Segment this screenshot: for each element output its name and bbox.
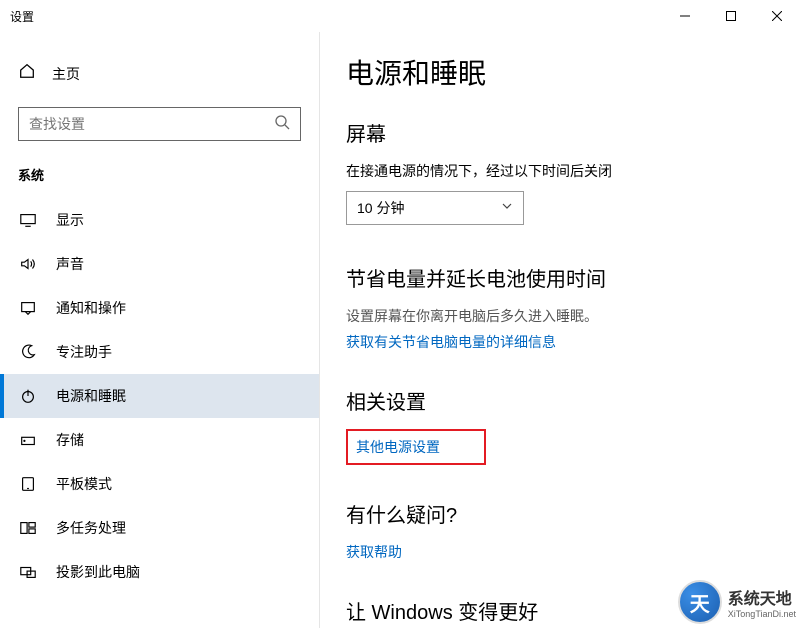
window-title: 设置 bbox=[10, 8, 34, 25]
screen-heading: 屏幕 bbox=[346, 118, 774, 147]
display-icon bbox=[18, 211, 38, 229]
power-icon bbox=[18, 387, 38, 405]
other-power-settings-link[interactable]: 其他电源设置 bbox=[356, 439, 440, 455]
tablet-icon bbox=[18, 475, 38, 493]
watermark-text: 系统天地 bbox=[728, 585, 796, 609]
help-heading: 有什么疑问? bbox=[346, 499, 774, 528]
search-box[interactable] bbox=[18, 107, 301, 141]
sidebar-item-label: 显示 bbox=[56, 210, 84, 230]
sidebar-item-sound[interactable]: 声音 bbox=[0, 242, 319, 286]
sidebar: 主页 系统 显示 声音 通知和操作 专注助手 电源和睡眠 存储 平板模式 多任务… bbox=[0, 32, 320, 628]
search-input[interactable] bbox=[29, 116, 274, 132]
watermark-logo-icon: 天 bbox=[678, 580, 722, 624]
category-label: 系统 bbox=[0, 157, 319, 198]
sidebar-item-notifications[interactable]: 通知和操作 bbox=[0, 286, 319, 330]
sidebar-item-project[interactable]: 投影到此电脑 bbox=[0, 550, 319, 594]
get-help-link[interactable]: 获取帮助 bbox=[346, 544, 402, 560]
watermark-url: XiTongTianDi.net bbox=[728, 609, 796, 619]
sidebar-item-storage[interactable]: 存储 bbox=[0, 418, 319, 462]
sidebar-item-focus[interactable]: 专注助手 bbox=[0, 330, 319, 374]
sidebar-item-label: 存储 bbox=[56, 430, 84, 450]
sound-icon bbox=[18, 255, 38, 273]
battery-desc: 设置屏幕在你离开电脑后多久进入睡眠。 bbox=[346, 306, 774, 326]
sidebar-item-label: 平板模式 bbox=[56, 474, 112, 494]
main-content: 电源和睡眠 屏幕 在接通电源的情况下，经过以下时间后关闭 10 分钟 节省电量并… bbox=[320, 32, 800, 628]
watermark: 天 系统天地 XiTongTianDi.net bbox=[678, 580, 796, 624]
chevron-down-icon bbox=[501, 199, 513, 217]
sidebar-item-label: 电源和睡眠 bbox=[56, 386, 126, 406]
window-controls bbox=[662, 0, 800, 32]
page-title: 电源和睡眠 bbox=[346, 52, 774, 92]
sidebar-item-multitask[interactable]: 多任务处理 bbox=[0, 506, 319, 550]
sidebar-item-label: 专注助手 bbox=[56, 342, 112, 362]
sidebar-item-label: 声音 bbox=[56, 254, 84, 274]
screen-timeout-dropdown[interactable]: 10 分钟 bbox=[346, 191, 524, 225]
storage-icon bbox=[18, 431, 38, 449]
dropdown-value: 10 分钟 bbox=[357, 198, 404, 218]
minimize-button[interactable] bbox=[662, 0, 708, 32]
screen-desc: 在接通电源的情况下，经过以下时间后关闭 bbox=[346, 161, 774, 181]
home-icon bbox=[18, 62, 36, 85]
sidebar-item-display[interactable]: 显示 bbox=[0, 198, 319, 242]
home-label: 主页 bbox=[52, 64, 80, 84]
project-icon bbox=[18, 563, 38, 581]
notification-icon bbox=[18, 299, 38, 317]
maximize-button[interactable] bbox=[708, 0, 754, 32]
related-heading: 相关设置 bbox=[346, 386, 774, 415]
battery-heading: 节省电量并延长电池使用时间 bbox=[346, 263, 774, 292]
home-nav[interactable]: 主页 bbox=[0, 52, 319, 95]
highlight-box: 其他电源设置 bbox=[346, 429, 486, 465]
sidebar-item-tablet[interactable]: 平板模式 bbox=[0, 462, 319, 506]
sidebar-item-power[interactable]: 电源和睡眠 bbox=[0, 374, 319, 418]
search-icon bbox=[274, 114, 290, 135]
moon-icon bbox=[18, 343, 38, 361]
close-button[interactable] bbox=[754, 0, 800, 32]
sidebar-item-label: 投影到此电脑 bbox=[56, 562, 140, 582]
sidebar-item-label: 多任务处理 bbox=[56, 518, 126, 538]
multitask-icon bbox=[18, 519, 38, 537]
sidebar-item-label: 通知和操作 bbox=[56, 298, 126, 318]
battery-info-link[interactable]: 获取有关节省电脑电量的详细信息 bbox=[346, 334, 556, 350]
